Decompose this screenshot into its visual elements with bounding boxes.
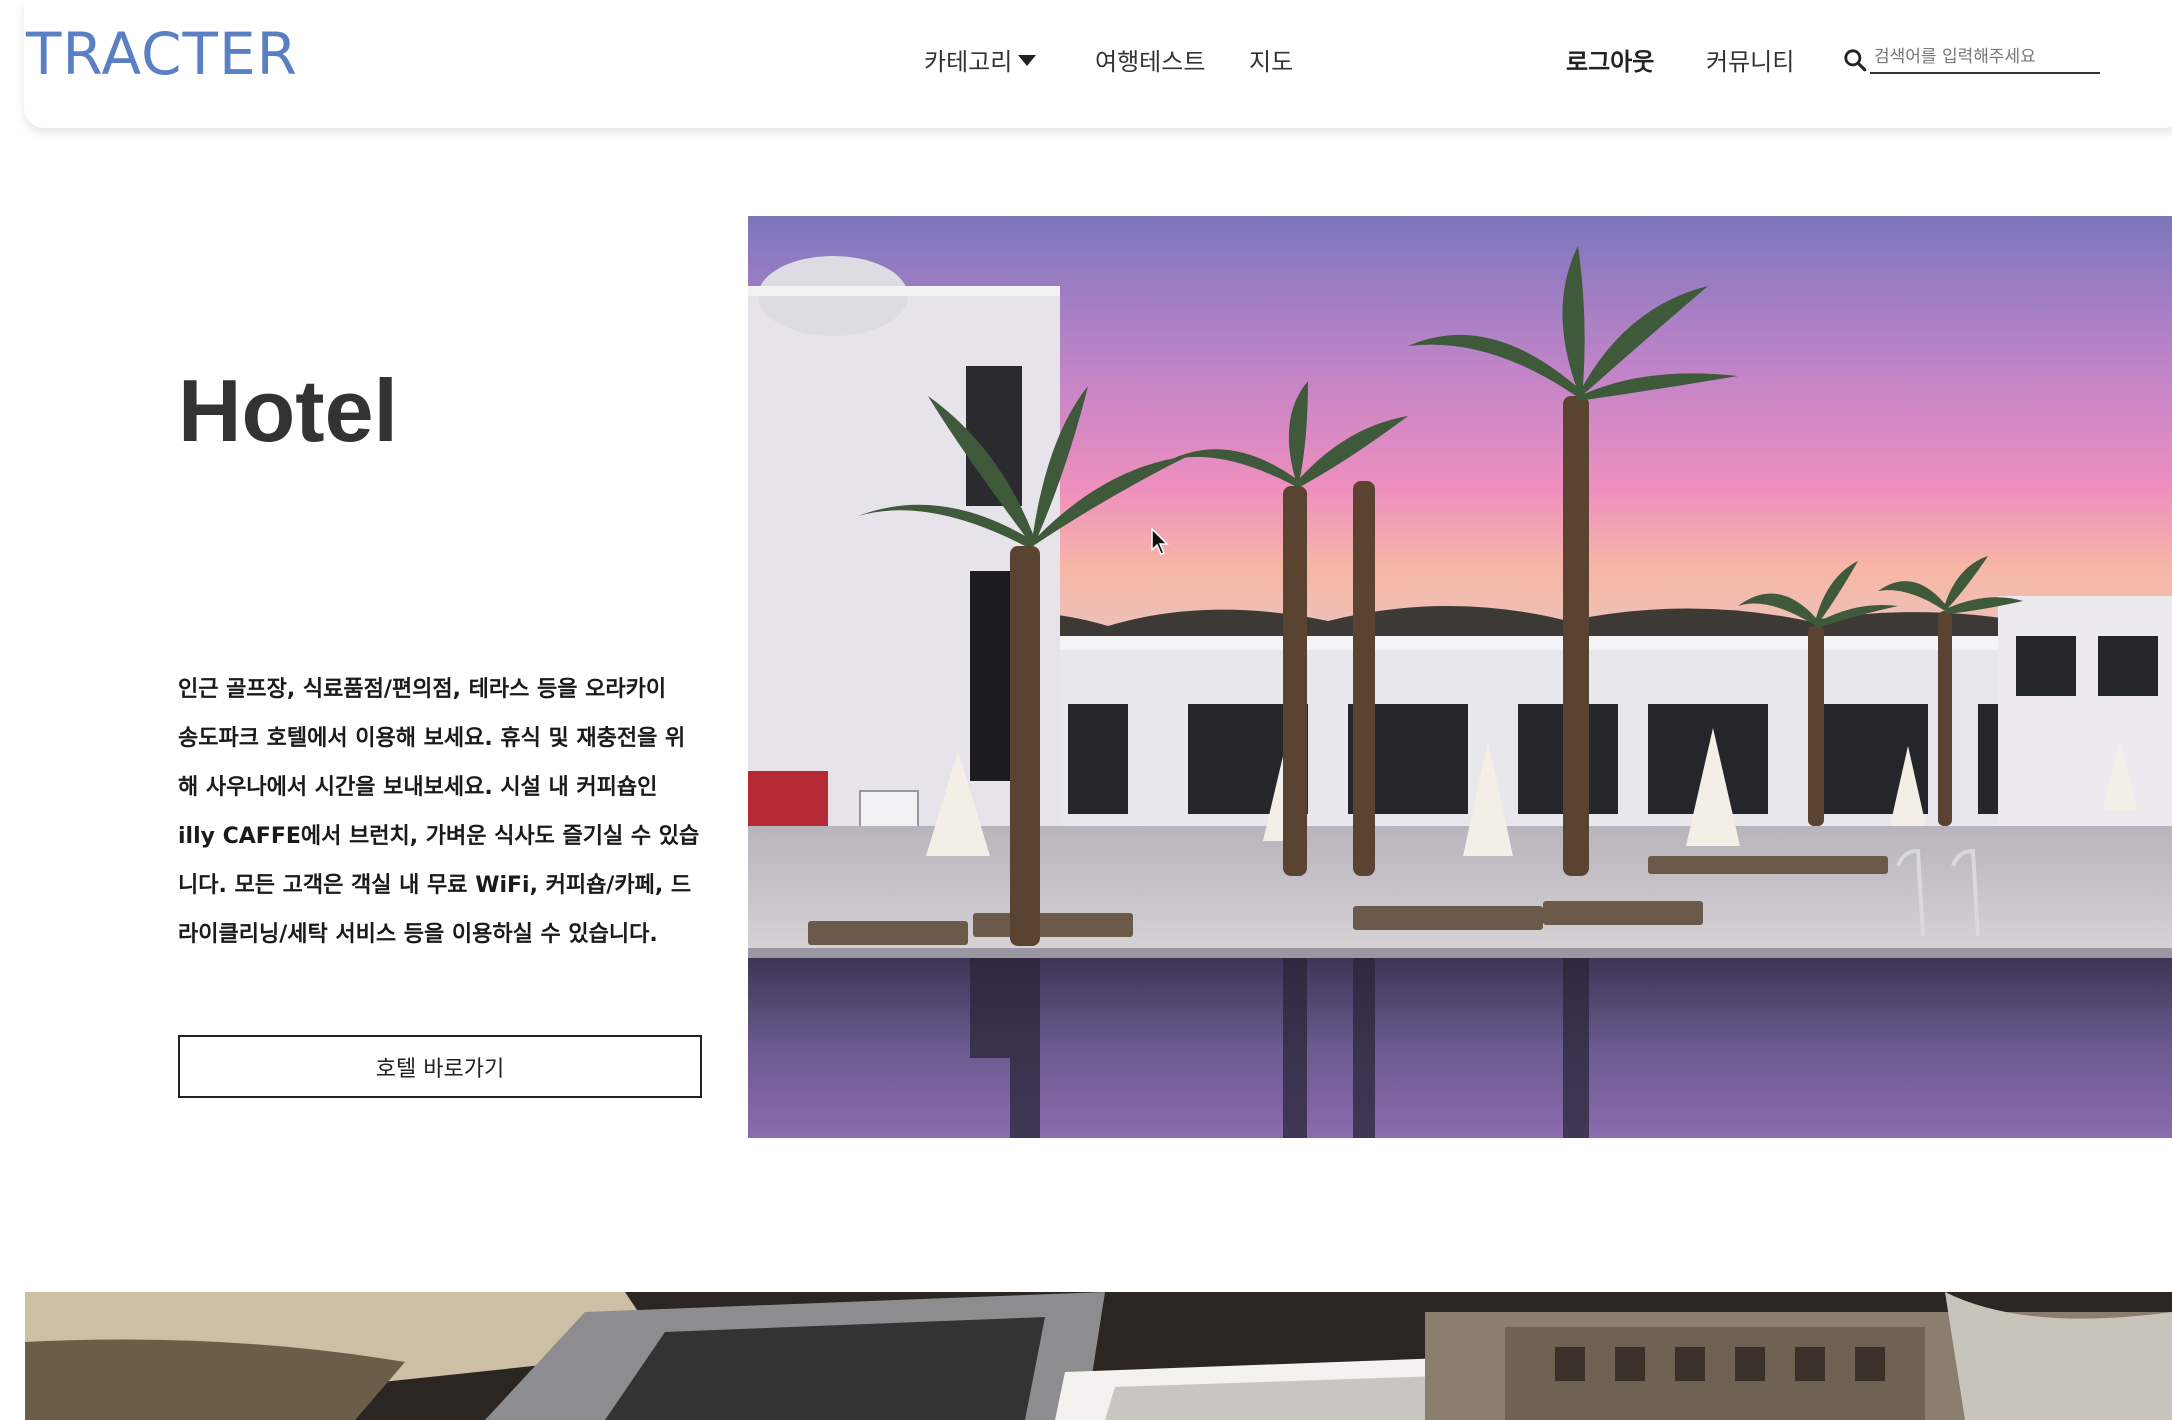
- page-title: Hotel: [178, 361, 398, 460]
- top-navigation-bar: TRACTER 카테고리 여행테스트 지도 로그아웃 커뮤니티: [24, 0, 2172, 128]
- nav-category-dropdown[interactable]: 카테고리: [924, 42, 1037, 77]
- hotel-hero-image: [748, 216, 2172, 1138]
- description-line: 송도파크 호텔에서 이용해 보세요. 휴식 및 재충전을 위: [178, 726, 686, 751]
- description-line: illy CAFFE에서 브런치, 가벼운 식사도 즐기실 수 있습: [178, 824, 700, 849]
- logout-link[interactable]: 로그아웃: [1566, 42, 1654, 77]
- description-line: 인근 골프장, 식료품점/편의점, 테라스 등을 오라카이: [178, 677, 667, 702]
- description-line: 니다. 모든 고객은 객실 내 무료 WiFi, 커피숍/카페, 드: [178, 873, 692, 898]
- hotel-description: 인근 골프장, 식료품점/편의점, 테라스 등을 오라카이 송도파크 호텔에서 …: [178, 665, 713, 959]
- nav-map[interactable]: 지도: [1249, 42, 1293, 77]
- go-to-hotel-button[interactable]: 호텔 바로가기: [178, 1035, 702, 1098]
- nav-community[interactable]: 커뮤니티: [1706, 42, 1794, 77]
- search-icon[interactable]: [1842, 47, 1868, 73]
- logo[interactable]: TRACTER: [26, 20, 298, 88]
- caret-down-icon: [1018, 55, 1037, 66]
- mouse-cursor-icon: [1151, 528, 1169, 555]
- description-line: 해 사우나에서 시간을 보내보세요. 시설 내 커피숍인: [178, 775, 658, 800]
- vintage-photos-banner-image: [25, 1292, 2172, 1420]
- search-box: [1842, 40, 2104, 76]
- description-line: 라이클리닝/세탁 서비스 등을 이용하실 수 있습니다.: [178, 922, 658, 947]
- search-input[interactable]: [1870, 42, 2100, 74]
- nav-category-label: 카테고리: [924, 48, 1013, 76]
- nav-travel-test[interactable]: 여행테스트: [1095, 42, 1205, 77]
